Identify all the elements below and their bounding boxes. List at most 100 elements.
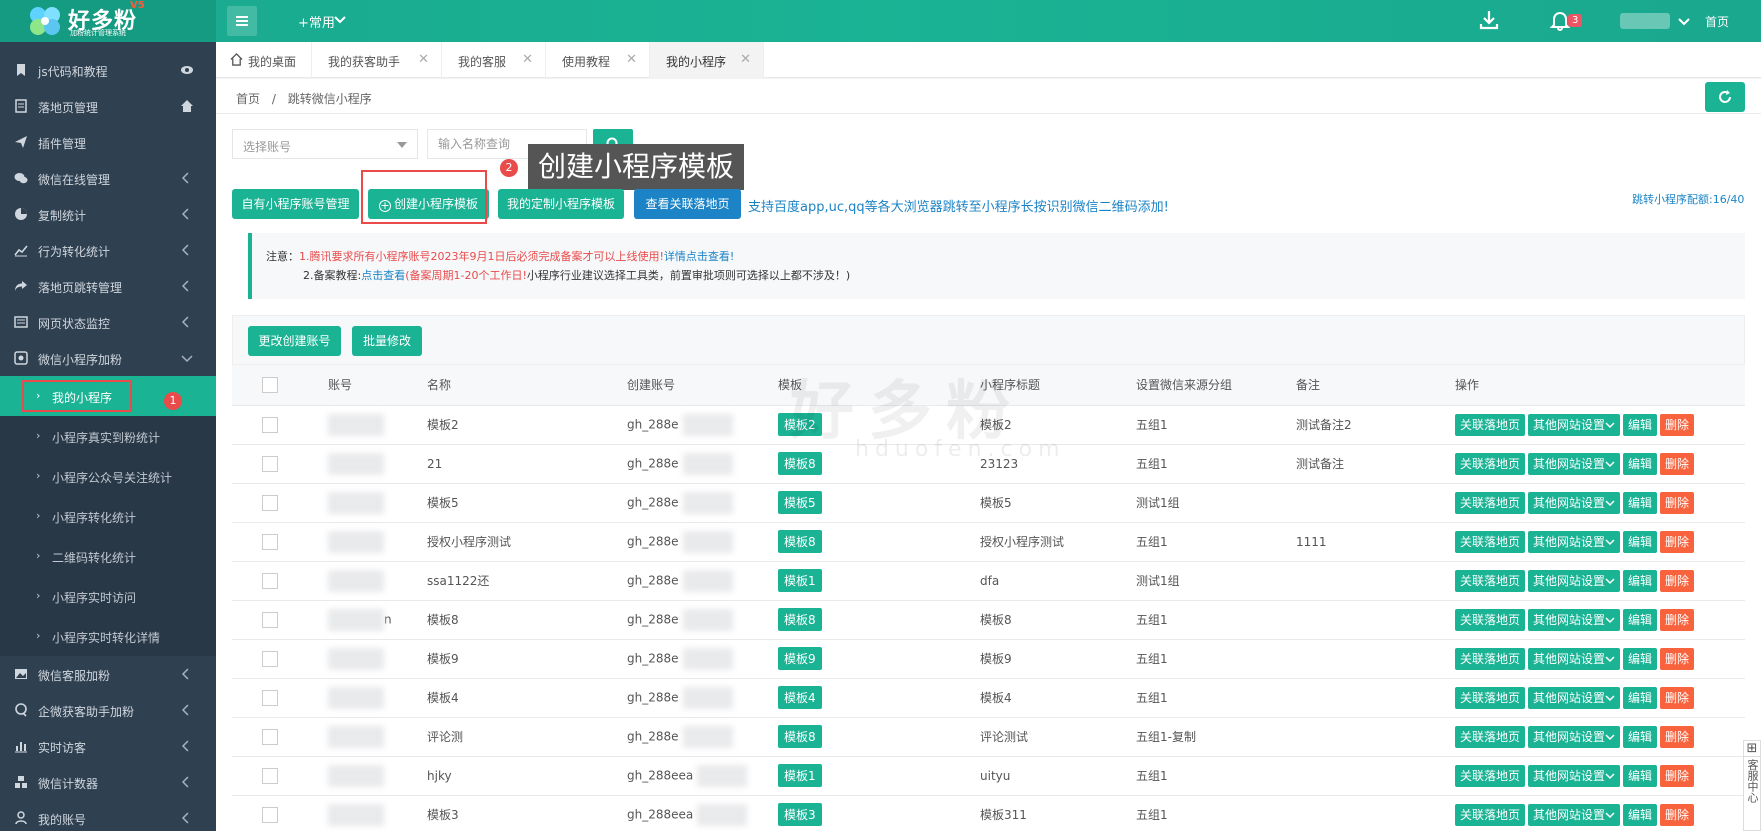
row-checkbox[interactable] [262, 767, 278, 784]
customer-service-float[interactable]: ⊞ 客服中心 [1743, 740, 1761, 831]
sidebar-item-plugins[interactable]: 插件管理 [0, 124, 216, 160]
view-linked-button[interactable]: 查看关联落地页 [634, 189, 741, 219]
breadcrumb-home[interactable]: 首页 [236, 92, 260, 106]
row-checkbox[interactable] [262, 533, 278, 550]
sidebar-item-landing[interactable]: 落地页管理 [0, 88, 216, 124]
row-checkbox[interactable] [262, 806, 278, 823]
delete-button[interactable]: 删除 [1660, 530, 1695, 553]
col-note[interactable]: 备注 [1284, 365, 1443, 406]
row-checkbox[interactable] [262, 416, 278, 433]
link-landing-button[interactable]: 关联落地页 [1455, 764, 1526, 787]
refresh-button[interactable] [1705, 82, 1745, 112]
other-site-settings-button[interactable]: 其他网站设置 [1528, 608, 1621, 631]
tab-tutorial[interactable]: 使用教程 ✕ [546, 42, 650, 78]
sidebar-item-redirect[interactable]: 落地页跳转管理 [0, 268, 216, 304]
row-checkbox[interactable] [262, 689, 278, 706]
row-checkbox[interactable] [262, 494, 278, 511]
sidebar-item-miniapp[interactable]: 微信小程序加粉 [0, 340, 216, 376]
link-landing-button[interactable]: 关联落地页 [1455, 530, 1526, 553]
batch-edit-button[interactable]: 批量修改 [352, 326, 422, 356]
template-tag[interactable]: 模板8 [778, 608, 822, 631]
other-site-settings-button[interactable]: 其他网站设置 [1528, 569, 1621, 592]
other-site-settings-button[interactable]: 其他网站设置 [1528, 491, 1621, 514]
other-site-settings-button[interactable]: 其他网站设置 [1528, 725, 1621, 748]
other-site-settings-button[interactable]: 其他网站设置 [1528, 452, 1621, 475]
edit-button[interactable]: 编辑 [1623, 764, 1658, 787]
tab-kefu[interactable]: 我的客服 ✕ [442, 42, 546, 78]
link-landing-button[interactable]: 关联落地页 [1455, 608, 1526, 631]
row-checkbox[interactable] [262, 728, 278, 745]
template-tag[interactable]: 模板5 [778, 491, 822, 514]
col-account[interactable]: 账号 [316, 365, 415, 406]
other-site-settings-button[interactable]: 其他网站设置 [1528, 686, 1621, 709]
link-landing-button[interactable]: 关联落地页 [1455, 452, 1526, 475]
sidebar-item-conversion[interactable]: 行为转化统计 [0, 232, 216, 268]
sidebar-item-counter[interactable]: 微信计数器 [0, 764, 216, 800]
sidebar-item-monitor[interactable]: 网页状态监控 [0, 304, 216, 340]
close-icon[interactable]: ✕ [522, 52, 533, 67]
delete-button[interactable]: 删除 [1660, 764, 1695, 787]
sidebar-subitem-conversion[interactable]: › 小程序转化统计 [0, 496, 216, 536]
link-landing-button[interactable]: 关联落地页 [1455, 413, 1526, 436]
other-site-settings-button[interactable]: 其他网站设置 [1528, 764, 1621, 787]
edit-button[interactable]: 编辑 [1623, 452, 1658, 475]
close-icon[interactable]: ✕ [626, 52, 637, 67]
other-site-settings-button[interactable]: 其他网站设置 [1528, 803, 1621, 826]
sidebar-subitem-realtime-detail[interactable]: › 小程序实时转化详情 [0, 616, 216, 656]
edit-button[interactable]: 编辑 [1623, 491, 1658, 514]
other-site-settings-button[interactable]: 其他网站设置 [1528, 530, 1621, 553]
link-landing-button[interactable]: 关联落地页 [1455, 647, 1526, 670]
sidebar-subitem-oa-follow[interactable]: › 小程序公众号关注统计 [0, 456, 216, 496]
chevron-down-icon[interactable] [333, 12, 347, 26]
edit-button[interactable]: 编辑 [1623, 569, 1658, 592]
delete-button[interactable]: 删除 [1660, 452, 1695, 475]
template-tag[interactable]: 模板1 [778, 764, 822, 787]
favorites-menu[interactable]: +常用 [298, 12, 335, 31]
sidebar-subitem-realtime-visit[interactable]: › 小程序实时访问 [0, 576, 216, 616]
other-site-settings-button[interactable]: 其他网站设置 [1528, 413, 1621, 436]
logo[interactable]: 好多粉 V5 加粉统计管理系统 [0, 0, 216, 42]
sidebar-subitem-qrcode[interactable]: › 二维码转化统计 [0, 536, 216, 576]
menu-toggle-button[interactable] [227, 6, 257, 36]
eye-icon[interactable] [180, 63, 194, 77]
change-account-button[interactable]: 更改创建账号 [248, 326, 341, 356]
row-checkbox[interactable] [262, 572, 278, 589]
edit-button[interactable]: 编辑 [1623, 725, 1658, 748]
select-all-checkbox[interactable] [262, 376, 278, 393]
own-accounts-button[interactable]: 自有小程序账号管理 [232, 189, 359, 219]
edit-button[interactable]: 编辑 [1623, 803, 1658, 826]
template-tag[interactable]: 模板8 [778, 725, 822, 748]
sidebar-item-wechat-online[interactable]: 微信在线管理 [0, 160, 216, 196]
template-tag[interactable]: 模板1 [778, 569, 822, 592]
link-landing-button[interactable]: 关联落地页 [1455, 491, 1526, 514]
row-checkbox[interactable] [262, 455, 278, 472]
delete-button[interactable]: 删除 [1660, 608, 1695, 631]
row-checkbox[interactable] [262, 650, 278, 667]
delete-button[interactable]: 删除 [1660, 803, 1695, 826]
delete-button[interactable]: 删除 [1660, 491, 1695, 514]
delete-button[interactable]: 删除 [1660, 725, 1695, 748]
delete-button[interactable]: 删除 [1660, 686, 1695, 709]
account-select[interactable]: 选择账号 [232, 129, 418, 159]
custom-template-button[interactable]: 我的定制小程序模板 [498, 189, 624, 219]
col-name[interactable]: 名称 [415, 365, 615, 406]
edit-button[interactable]: 编辑 [1623, 608, 1658, 631]
sidebar-item-wecom[interactable]: 企微获客助手加粉 [0, 692, 216, 728]
tab-huoke[interactable]: 我的获客助手 ✕ [312, 42, 442, 78]
sidebar-item-js[interactable]: js代码和教程 [0, 52, 216, 88]
sidebar-item-kefu[interactable]: 微信客服加粉 [0, 656, 216, 692]
home-link[interactable]: 首页 [1705, 13, 1729, 30]
delete-button[interactable]: 删除 [1660, 569, 1695, 592]
edit-button[interactable]: 编辑 [1623, 647, 1658, 670]
template-tag[interactable]: 模板4 [778, 686, 822, 709]
other-site-settings-button[interactable]: 其他网站设置 [1528, 647, 1621, 670]
notice-tutorial-link[interactable]: 点击查看 [361, 269, 405, 282]
tab-my-miniapp[interactable]: 我的小程序 ✕ [650, 42, 764, 78]
edit-button[interactable]: 编辑 [1623, 686, 1658, 709]
link-landing-button[interactable]: 关联落地页 [1455, 803, 1526, 826]
sidebar-subitem-real-fans[interactable]: › 小程序真实到粉统计 [0, 416, 216, 456]
link-landing-button[interactable]: 关联落地页 [1455, 569, 1526, 592]
close-icon[interactable]: ✕ [418, 52, 429, 67]
download-icon[interactable] [1478, 9, 1500, 31]
delete-button[interactable]: 删除 [1660, 647, 1695, 670]
